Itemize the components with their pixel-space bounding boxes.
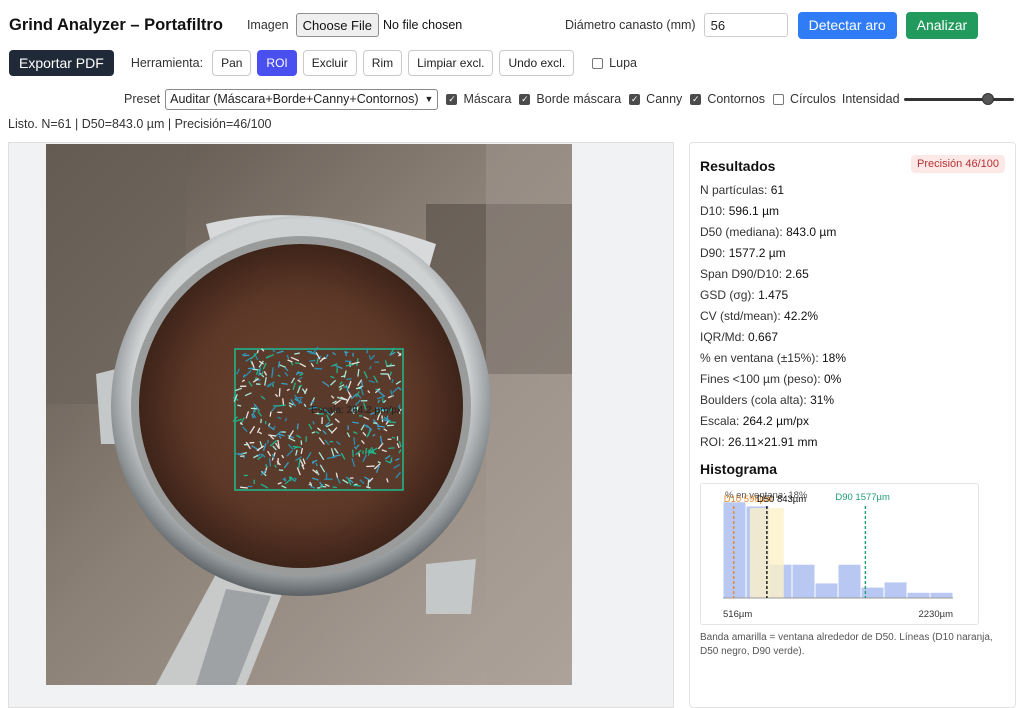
histogram-title: Histograma [700, 461, 777, 477]
histogram-svg: % en ventana: 18%D10 596µmD50 843µmD90 1… [701, 484, 978, 624]
preset-label: Preset [124, 92, 160, 106]
metric-scale: Escala: 264.2 µm/px [700, 414, 809, 428]
histogram-bar [724, 502, 746, 598]
metric-n-particles: N partículas: 61 [700, 183, 784, 197]
histogram-bar [931, 593, 953, 598]
layer-contours-label: Contornos [707, 92, 765, 106]
top-toolbar: Grind Analyzer – Portafiltro Imagen Choo… [9, 12, 462, 38]
portafilter-canvas[interactable]: Escala: 264.2 µm/px [46, 144, 572, 685]
layer-canny-checkbox[interactable]: ✓ [629, 94, 640, 105]
export-pdf-button[interactable]: Exportar PDF [9, 50, 114, 76]
tool-rim-button[interactable]: Rim [363, 50, 402, 76]
canvas-scale-overlay: Escala: 264.2 µm/px [311, 405, 402, 416]
histogram-bar [885, 582, 907, 598]
metric-iqr: IQR/Md: 0.667 [700, 330, 778, 344]
metric-d50: D50 (mediana): 843.0 µm [700, 225, 836, 239]
file-status: No file chosen [383, 18, 462, 32]
histogram-bar [839, 565, 861, 598]
layer-mask-edge-label: Borde máscara [536, 92, 621, 106]
histogram-d90-label: D90 1577µm [835, 492, 890, 503]
results-panel: Resultados Precisión 46/100 N partículas… [689, 142, 1016, 708]
results-title: Resultados [700, 158, 775, 174]
chevron-down-icon: ▼ [425, 94, 434, 104]
layer-mask-label: Máscara [463, 92, 511, 106]
intensity-slider-track [904, 98, 1014, 101]
tool-pan-button[interactable]: Pan [212, 50, 251, 76]
histogram-xmax-label: 2230µm [918, 609, 953, 620]
tool-roi-button[interactable]: ROI [257, 50, 296, 76]
tool-toolbar: Exportar PDF Herramienta: Pan ROI Exclui… [9, 50, 637, 76]
diameter-label: Diámetro canasto (mm) [565, 18, 696, 32]
metric-cv: CV (std/mean): 42.2% [700, 309, 818, 323]
histogram-bar [816, 583, 838, 598]
metric-gsd: GSD (σg): 1.475 [700, 288, 788, 302]
precision-badge: Precisión 46/100 [911, 155, 1005, 173]
layer-contours-checkbox[interactable]: ✓ [690, 94, 701, 105]
diameter-input[interactable]: 56 [704, 13, 788, 37]
metric-boulders: Boulders (cola alta): 31% [700, 393, 834, 407]
histogram-bar [908, 593, 930, 598]
histogram-xmin-label: 516µm [723, 609, 752, 620]
histogram-bar [793, 565, 815, 598]
intensity-label: Intensidad [842, 92, 900, 106]
layer-circles-checkbox[interactable] [773, 94, 784, 105]
portafilter-photo: Escala: 264.2 µm/px [46, 144, 572, 685]
app-title: Grind Analyzer – Portafiltro [9, 16, 223, 35]
metric-d90: D90: 1577.2 µm [700, 246, 786, 260]
magnifier-checkbox[interactable] [592, 58, 603, 69]
undo-exclusion-button[interactable]: Undo excl. [499, 50, 574, 76]
histogram-note: Banda amarilla = ventana alrededor de D5… [700, 631, 1000, 659]
tool-buttons: Pan ROI Excluir Rim Limpiar excl. Undo e… [212, 50, 574, 76]
layer-mask-checkbox[interactable]: ✓ [446, 94, 457, 105]
intensity-slider-thumb[interactable] [982, 93, 994, 105]
choose-file-button[interactable]: Choose File [296, 13, 379, 37]
layer-mask-edge-checkbox[interactable]: ✓ [519, 94, 530, 105]
tool-exclude-button[interactable]: Excluir [303, 50, 357, 76]
histogram-chart: % en ventana: 18%D10 596µmD50 843µmD90 1… [700, 483, 979, 625]
detect-rim-button[interactable]: Detectar aro [798, 12, 897, 39]
metric-window-pct: % en ventana (±15%): 18% [700, 351, 846, 365]
layer-circles-label: Círculos [790, 92, 836, 106]
preset-value: Auditar (Máscara+Borde+Canny+Contornos) [170, 92, 418, 106]
layer-canny-label: Canny [646, 92, 682, 106]
analyze-button[interactable]: Analizar [906, 12, 979, 39]
preset-select[interactable]: Auditar (Máscara+Borde+Canny+Contornos) … [165, 89, 438, 110]
intensity-slider[interactable] [904, 92, 1014, 106]
status-line: Listo. N=61 | D50=843.0 µm | Precisión=4… [8, 117, 272, 131]
magnifier-label: Lupa [609, 56, 637, 70]
metric-span: Span D90/D10: 2.65 [700, 267, 809, 281]
metric-d10: D10: 596.1 µm [700, 204, 779, 218]
diameter-group: Diámetro canasto (mm) 56 Detectar aro An… [565, 11, 978, 39]
image-label: Imagen [247, 18, 289, 32]
clear-exclusions-button[interactable]: Limpiar excl. [408, 50, 493, 76]
tool-label: Herramienta: [131, 56, 203, 70]
metric-fines: Fines <100 µm (peso): 0% [700, 372, 841, 386]
preset-toolbar: Preset Auditar (Máscara+Borde+Canny+Cont… [124, 89, 1014, 109]
histogram-d50-label: D50 843µm [757, 494, 806, 505]
metric-roi: ROI: 26.11×21.91 mm [700, 435, 818, 449]
